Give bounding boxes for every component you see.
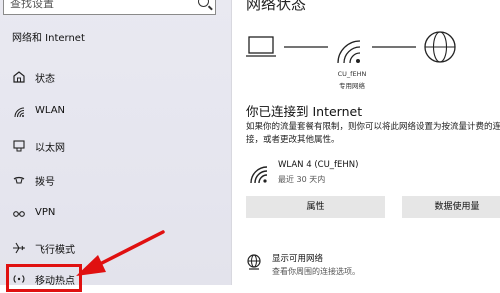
airplane-icon — [13, 242, 25, 254]
wifi-icon — [250, 166, 268, 184]
sidebar-item-label: VPN — [35, 207, 56, 218]
sidebar-item-label: 以太网 — [35, 143, 65, 154]
connection-status-desc: 如果你的流量套餐有限制，则你可以将此网络设置为按流量计费的连接，或者更改其他属性… — [246, 122, 500, 145]
connection-status-title: 你已连接到 Internet — [246, 104, 363, 119]
network-diagram — [246, 31, 456, 64]
search-placeholder: 查找设置 — [10, 0, 54, 10]
wifi-signal-icon — [337, 40, 361, 64]
ethernet-icon — [13, 140, 25, 152]
vpn-icon — [13, 211, 25, 217]
available-networks-icon — [247, 254, 261, 270]
sidebar-item-label: WLAN — [35, 105, 66, 116]
connection-name: WLAN 4 (CU_fEHN) — [278, 160, 359, 170]
sidebar-item-vpn[interactable]: VPN — [0, 200, 231, 228]
search-input[interactable]: 查找设置 — [3, 0, 216, 15]
section-title: 网络和 Internet — [12, 33, 85, 44]
sidebar-item-label: 状态 — [35, 74, 55, 85]
home-status-icon — [13, 71, 25, 83]
settings-sidebar: 查找设置 网络和 Internet 状态 WLAN 以太网 拨号 VPN 飞行模… — [0, 0, 232, 292]
properties-button[interactable]: 属性 — [246, 196, 385, 218]
page-title: 网络状态 — [246, 0, 307, 13]
computer-icon — [246, 36, 276, 57]
sidebar-item-label: 飞行模式 — [35, 245, 75, 256]
network-ssid: CU_fEHN — [337, 70, 367, 78]
show-available-networks-link[interactable]: 显示可用网络 — [272, 252, 323, 264]
search-icon[interactable] — [198, 0, 209, 7]
sidebar-item-dialup[interactable]: 拨号 — [0, 166, 231, 194]
sidebar-item-ethernet[interactable]: 以太网 — [0, 132, 231, 160]
sidebar-item-wlan[interactable]: WLAN — [0, 98, 231, 126]
dialup-icon — [13, 176, 25, 184]
connection-usage: 最近 30 天内 — [278, 175, 326, 184]
sidebar-item-airplane[interactable]: 飞行模式 — [0, 234, 231, 262]
annotation-highlight-box — [6, 264, 82, 292]
network-type: 专用网络 — [339, 82, 365, 90]
sidebar-item-label: 拨号 — [35, 177, 55, 188]
wifi-icon — [14, 107, 25, 118]
sidebar-item-status[interactable]: 状态 — [0, 63, 231, 91]
data-usage-button[interactable]: 数据使用量 — [402, 196, 500, 218]
globe-icon — [424, 31, 456, 63]
main-content: 网络状态 CU_fEHN 专用网络 你已连接到 Internet 如果你的流量套… — [232, 0, 500, 285]
available-networks-desc: 查看你周围的连接选项。 — [272, 267, 360, 276]
